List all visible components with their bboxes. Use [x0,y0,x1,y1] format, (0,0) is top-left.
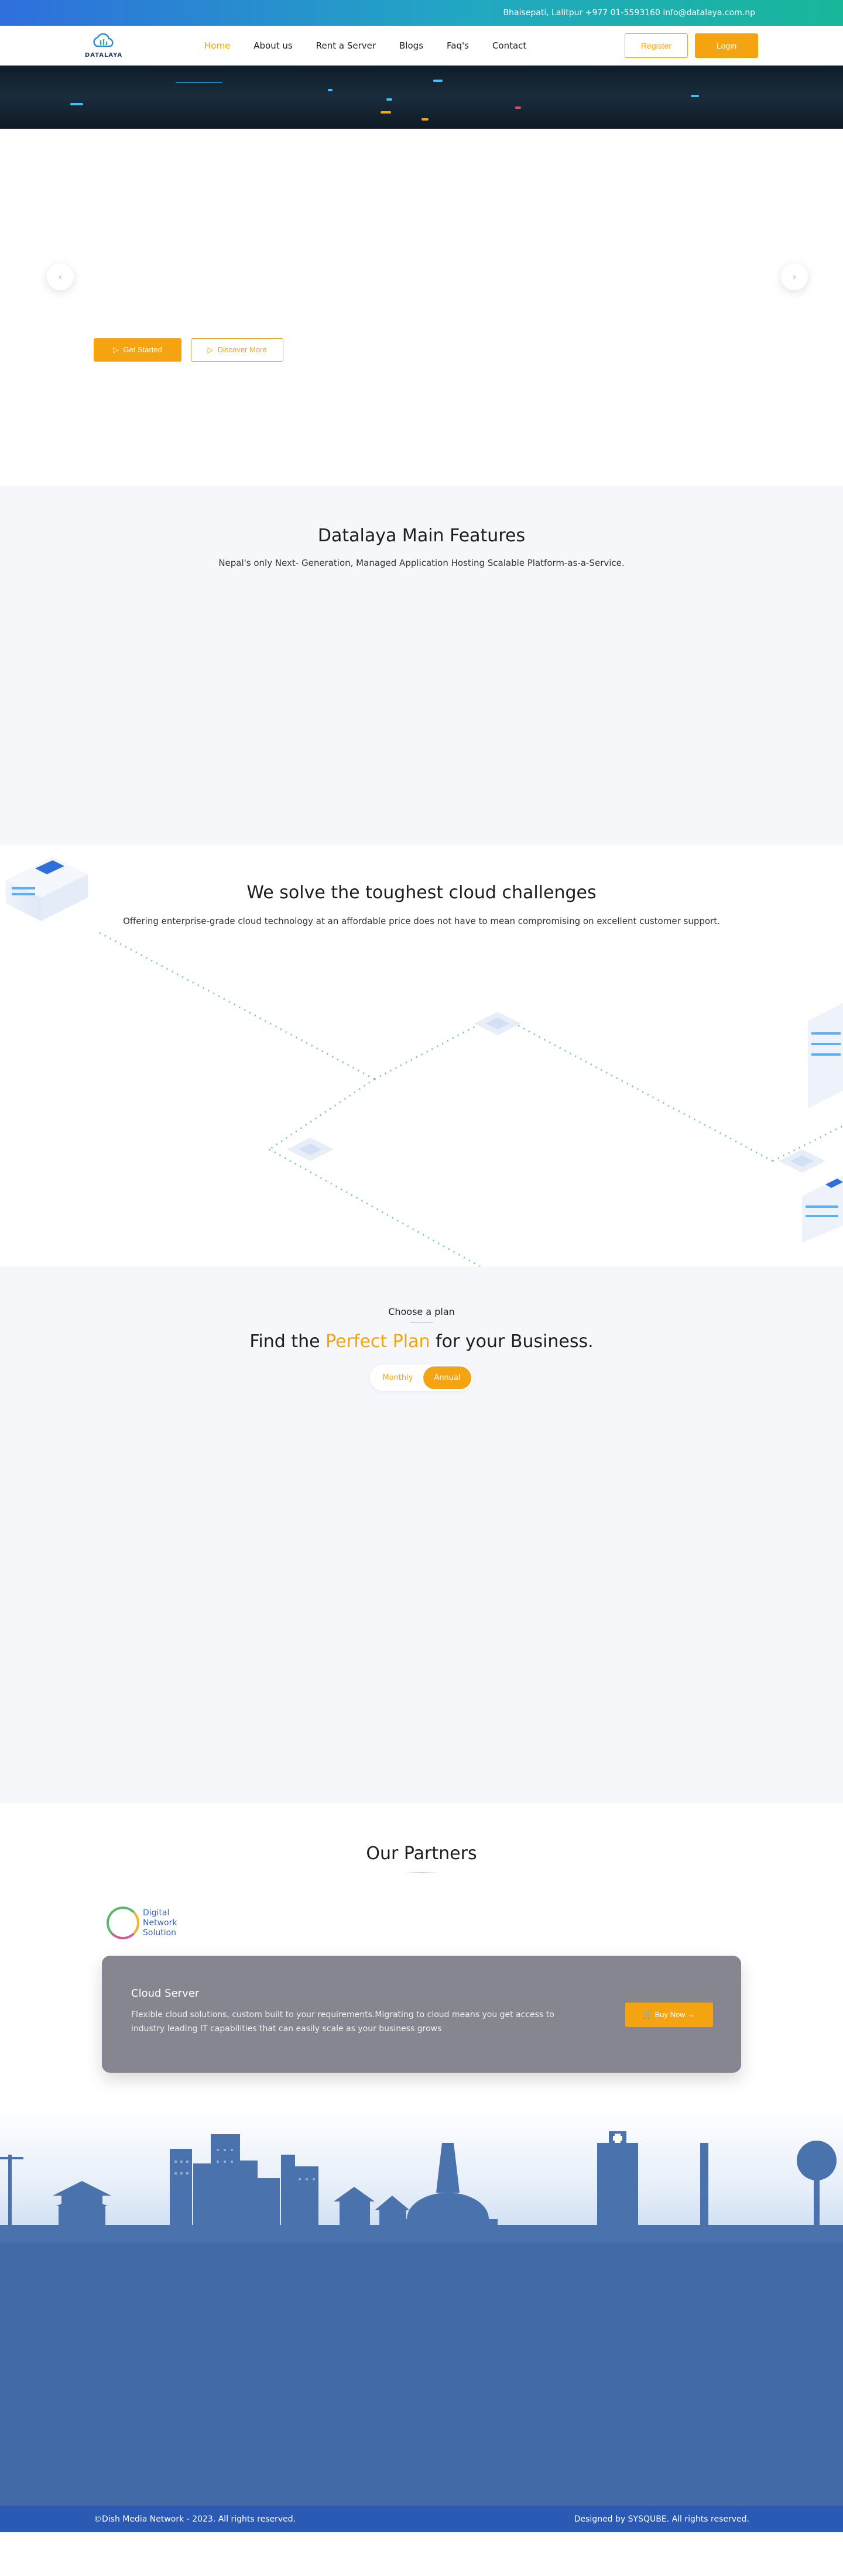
features-subtitle: Nepal's only Next- Generation, Managed A… [218,558,625,568]
discover-more-button[interactable]: ▷ Discover More [191,338,283,362]
partner-logo-dns[interactable]: Digital Network Solution [107,1907,177,1939]
partners-section: Our Partners Digital Network Solution Cl… [0,1804,843,2108]
plans-divider [410,1322,433,1323]
partners-title: Our Partners [366,1843,477,1864]
cta-text: Flexible cloud solutions, custom built t… [131,2010,554,2034]
top-contact-bar: Bhaisepati, Lalitpur +977 01-5593160 inf… [0,0,843,26]
register-button[interactable]: Register [625,33,688,58]
buy-now-button[interactable]: 🛒 Buy Now → [625,2003,713,2027]
challenges-subtitle: Offering enterprise-grade cloud technolo… [123,916,720,926]
nav-contact[interactable]: Contact [492,40,526,51]
hero-slider: ‹ › ▷ Get Started ▷ Discover More [0,129,843,486]
cloud-server-cta: Cloud Server Flexible cloud solutions, c… [102,1956,741,2073]
copyright-text: ©Dish Media Network - 2023. All rights r… [94,2514,296,2524]
city-skyline-illustration [0,2108,843,2242]
play-icon: ▷ [207,345,218,354]
nav-rent-server[interactable]: Rent a Server [316,40,376,51]
plans-kicker: Choose a plan [388,1306,455,1317]
slider-prev-button[interactable]: ‹ [47,263,74,290]
nav-blogs[interactable]: Blogs [399,40,423,51]
get-started-button[interactable]: ▷ Get Started [94,338,181,362]
partners-divider [404,1872,439,1873]
auth-buttons: Register Login [625,33,758,58]
chevron-right-icon: › [792,270,797,283]
plans-title-accent: Perfect Plan [325,1331,430,1352]
footer-body [0,2242,843,2506]
play-icon: ▷ [113,345,124,354]
nav-faqs[interactable]: Faq's [447,40,469,51]
site-footer: ©Dish Media Network - 2023. All rights r… [0,2108,843,2532]
nav-about[interactable]: About us [253,40,292,51]
toggle-monthly[interactable]: Monthly [372,1366,423,1389]
billing-toggle: Monthly Annual [370,1365,473,1391]
slider-next-button[interactable]: › [781,263,808,290]
copyright-bar: ©Dish Media Network - 2023. All rights r… [0,2506,843,2532]
logo-text: DATALAYA [84,52,123,59]
challenges-section: We solve the toughest cloud challenges O… [0,845,843,1266]
cloud-logo-icon [93,33,114,47]
partner-ring-icon [107,1907,139,1939]
site-logo[interactable]: DATALAYA [85,32,122,59]
main-nav: Home About us Rent a Server Blogs Faq's … [204,40,526,51]
hero-section: ‹ › ▷ Get Started ▷ Discover More [0,66,843,486]
challenges-title: We solve the toughest cloud challenges [246,882,597,903]
login-button[interactable]: Login [695,33,758,58]
plans-title: Find the Perfect Plan for your Business. [249,1331,594,1352]
features-section: Datalaya Main Features Nepal's only Next… [0,486,843,845]
hero-actions: ▷ Get Started ▷ Discover More [94,338,283,362]
nav-home[interactable]: Home [204,40,230,51]
cta-title: Cloud Server [131,1987,200,2000]
toggle-annual[interactable]: Annual [423,1366,471,1389]
chevron-left-icon: ‹ [58,270,63,283]
hero-banner-image [0,66,843,129]
features-title: Datalaya Main Features [317,525,526,546]
main-header: DATALAYA Home About us Rent a Server Blo… [0,26,843,66]
cart-icon: 🛒 [643,2010,655,2019]
pricing-section: Choose a plan Find the Perfect Plan for … [0,1266,843,1804]
designer-credit[interactable]: Designed by SYSQUBE. All rights reserved… [574,2515,749,2524]
contact-info: Bhaisepati, Lalitpur +977 01-5593160 inf… [503,8,755,18]
